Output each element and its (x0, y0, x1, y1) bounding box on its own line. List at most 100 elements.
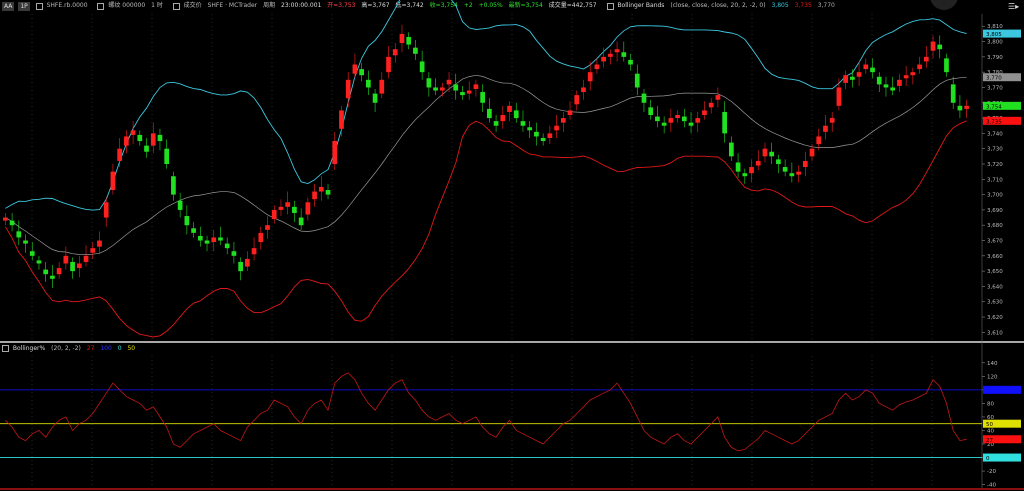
candle-body (500, 115, 506, 122)
candle-body (729, 142, 734, 157)
candle-body (540, 137, 546, 142)
osc-y-tick-label: 80 (987, 401, 994, 407)
candle-body (688, 122, 694, 126)
y-tick-label: 3,770 (987, 85, 1003, 91)
candle-body (735, 162, 741, 172)
candle-body (278, 206, 284, 210)
candle-body (386, 56, 391, 73)
candle-body (648, 107, 654, 116)
candle-body (197, 235, 203, 241)
candle-body (534, 131, 539, 137)
osc-y-tick-label: 120 (987, 374, 998, 380)
candle-body (439, 87, 445, 91)
candle-body (473, 84, 479, 89)
candle-body (413, 47, 418, 54)
candle-body (245, 258, 250, 267)
candle-body (318, 186, 324, 192)
candle-body (184, 216, 190, 226)
candle-body (332, 141, 338, 164)
candle-body (23, 240, 28, 244)
candle-body (789, 173, 795, 177)
y-tick-label: 3,670 (987, 239, 1003, 245)
candle-body (587, 72, 593, 82)
candle-body (117, 148, 122, 161)
candle-body (681, 116, 687, 122)
candle-body (796, 171, 801, 175)
candle-body (641, 93, 647, 103)
candle-body (836, 87, 842, 106)
candle-body (695, 118, 701, 123)
candle-body (29, 251, 35, 256)
candle-body (298, 217, 304, 226)
candle-body (507, 105, 512, 112)
candle-body (816, 136, 822, 145)
candle-body (103, 202, 109, 218)
candle-body (392, 49, 398, 56)
osc-y-tick-label: 140 (987, 361, 998, 367)
y-tick-label: 3,720 (987, 162, 1003, 168)
candle-body (762, 148, 768, 157)
middle-band-tag-text: 3,770 (986, 76, 1002, 82)
y-tick-label: 3,680 (987, 223, 1003, 229)
candle-body (50, 275, 55, 279)
candle-body (305, 202, 311, 215)
osc-tag-0-text: 0 (986, 456, 990, 462)
candle-body (581, 87, 586, 93)
candle-body (547, 133, 553, 138)
y-tick-label: 3,800 (987, 40, 1003, 46)
candle-body (876, 76, 882, 85)
candle-body (527, 127, 533, 131)
candle-body (890, 87, 896, 91)
candle-body (446, 79, 452, 85)
candle-body (36, 260, 42, 264)
candle-body (419, 61, 425, 73)
candle-body (608, 53, 613, 57)
candle-body (601, 56, 606, 62)
chart-canvas[interactable]: 3,610 3,620 3,630 3,640 3,650 3,660 3,670 3,680… (0, 0, 1024, 491)
y-tick-label: 3,650 (987, 269, 1003, 275)
y-tick-label: 3,690 (987, 208, 1003, 214)
candle-body (406, 36, 412, 45)
candle-body (668, 118, 674, 123)
candle-body (292, 206, 297, 213)
candle-body (493, 121, 499, 126)
osc-tag-100 (983, 385, 1021, 394)
upper-band-tag-text: 3,805 (986, 32, 1002, 38)
candle-body (258, 232, 264, 243)
candle-body (271, 209, 277, 220)
candle-body (755, 160, 761, 166)
candle-body (164, 148, 170, 164)
candle-body (675, 115, 680, 119)
candle-body (352, 64, 358, 74)
candle-body (614, 49, 620, 53)
y-tick-label: 3,730 (987, 147, 1003, 153)
osc-y-tick-label: -20 (987, 469, 996, 475)
candle-body (9, 220, 15, 226)
candle-body (150, 133, 156, 146)
candle-body (224, 243, 230, 249)
candle-body (426, 78, 432, 88)
candle-body (124, 136, 129, 146)
candle-body (917, 64, 922, 70)
candle-body (453, 84, 459, 91)
lower-band-line (5, 120, 967, 338)
candle-body (251, 248, 257, 255)
candle-body (83, 255, 89, 262)
candle-body (345, 79, 351, 99)
candle-body (829, 118, 835, 123)
osc-tag-current-text: 27 (986, 438, 993, 444)
candle-body (850, 76, 855, 80)
candle-body (708, 102, 714, 108)
candle-body (863, 64, 869, 70)
lower-band-tag-text: 3,735 (986, 119, 1002, 125)
candle-body (191, 228, 196, 233)
candle-body (897, 79, 902, 86)
candle-body (379, 79, 385, 94)
scroll-indicator (930, 0, 958, 10)
candle-body (366, 79, 371, 88)
candle-body (749, 167, 754, 174)
candle-body (910, 72, 916, 76)
candle-body (211, 237, 217, 243)
y-tick-label: 3,740 (987, 131, 1003, 137)
candle-body (937, 44, 943, 50)
